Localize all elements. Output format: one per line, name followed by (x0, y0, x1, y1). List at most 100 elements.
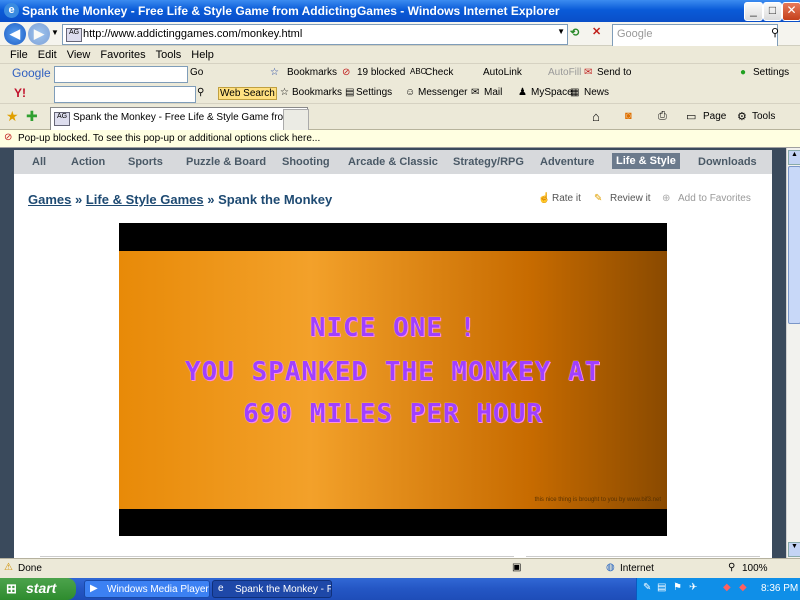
back-button[interactable]: ◀ (4, 23, 26, 45)
refresh-icon[interactable]: ⟲ (570, 26, 579, 39)
media-player-icon: ▶ (90, 583, 98, 594)
menu-view[interactable]: View (67, 49, 91, 61)
windows-logo-icon: ⊞ (6, 581, 17, 596)
messenger-button[interactable]: Messenger (418, 87, 467, 98)
game-credit[interactable]: this nice thing is brought to you by www… (535, 497, 661, 503)
taskbar-ie-window[interactable]: e Spank the Monkey - F... (212, 580, 332, 598)
menu-edit[interactable]: Edit (38, 49, 57, 61)
rate-link[interactable]: Rate it (552, 193, 581, 204)
add-to-favorites-link[interactable]: Add to Favorites (678, 193, 751, 204)
nav-shooting[interactable]: Shooting (282, 156, 330, 168)
scroll-up-icon[interactable]: ▲ (788, 150, 800, 165)
web-search-button[interactable]: Web Search (218, 87, 277, 100)
magnifier-icon[interactable]: ⚲ (197, 87, 204, 98)
menu-file[interactable]: File (10, 49, 28, 61)
feeds-icon[interactable]: ◙ (625, 110, 632, 122)
scroll-thumb[interactable] (788, 166, 800, 324)
google-logo: Google (12, 66, 51, 80)
yahoo-toolbar: Y! ⚲ Web Search ☆ Bookmarks ▤ Settings ☺… (0, 84, 800, 104)
tray-icon[interactable]: ✈ (689, 582, 697, 593)
new-tab-button[interactable] (283, 109, 309, 130)
nav-sports[interactable]: Sports (128, 156, 163, 168)
news-button[interactable]: News (584, 87, 609, 98)
popup-info-bar[interactable]: ⊘ Pop-up blocked. To see this pop-up or … (0, 130, 800, 148)
add-favorites-icon[interactable]: ✚ (26, 108, 38, 125)
myspace-button[interactable]: MySpace (531, 87, 573, 98)
nav-arcade-classic[interactable]: Arcade & Classic (348, 156, 438, 168)
google-search-input[interactable] (54, 66, 188, 83)
category-nav: All Action Sports Puzzle & Board Shootin… (14, 150, 772, 175)
nav-puzzle-board[interactable]: Puzzle & Board (186, 156, 266, 168)
send-to-button[interactable]: Send to (597, 67, 631, 78)
check-button[interactable]: Check (425, 67, 453, 78)
game-canvas[interactable]: NICE ONE ! YOU SPANKED THE MONKEY AT 690… (119, 223, 667, 536)
address-bar[interactable]: AG http://www.addictinggames.com/monkey.… (62, 24, 568, 45)
search-icon[interactable]: ⚲ (771, 26, 779, 39)
review-link[interactable]: Review it (610, 193, 651, 204)
vertical-scrollbar[interactable]: ▲ ▼ (786, 148, 800, 558)
game-message-line1: NICE ONE ! (309, 313, 477, 343)
protected-mode-icon: ▣ (512, 562, 522, 573)
google-bookmarks-button[interactable]: Bookmarks (287, 67, 337, 78)
news-icon: ▦ (570, 87, 580, 98)
yahoo-search-input[interactable] (54, 86, 196, 103)
menu-tools[interactable]: Tools (156, 49, 182, 61)
history-dropdown-icon[interactable]: ▼ (51, 28, 59, 37)
tray-icon[interactable]: ▤ (657, 582, 666, 593)
site-favicon-icon: AG (66, 28, 82, 42)
minimize-button[interactable]: _ (744, 2, 763, 21)
print-icon[interactable]: ⎙ (658, 110, 667, 123)
task-label: Windows Media Player (107, 584, 209, 595)
mail-icon: ✉ (471, 87, 480, 98)
close-button[interactable]: ✕ (782, 2, 800, 21)
autofill-button[interactable]: AutoFill (548, 67, 581, 78)
page-menu[interactable]: Page (703, 111, 726, 122)
google-settings-button[interactable]: Settings (753, 67, 789, 78)
nav-all[interactable]: All (32, 156, 46, 168)
settings-dot-icon: ● (740, 67, 747, 78)
breadcrumb: Games » Life & Style Games » Spank the M… (28, 192, 332, 207)
nav-action[interactable]: Action (71, 156, 105, 168)
pencil-icon: ✎ (594, 193, 603, 204)
ie-logo-icon: e (4, 3, 19, 18)
taskbar-media-player[interactable]: ▶ Windows Media Player (84, 580, 210, 598)
forward-button[interactable]: ▶ (28, 23, 50, 45)
scroll-down-icon[interactable]: ▼ (788, 542, 800, 557)
yahoo-settings-button[interactable]: Settings (356, 87, 392, 98)
zoom-level[interactable]: 100% (742, 563, 768, 574)
start-button[interactable]: ⊞ start (0, 578, 76, 600)
tray-icon[interactable]: ◆ (739, 582, 747, 593)
nav-downloads[interactable]: Downloads (698, 156, 757, 168)
breadcrumb-games[interactable]: Games (28, 192, 71, 207)
address-url: http://www.addictinggames.com/monkey.htm… (83, 28, 303, 40)
autolink-button[interactable]: AutoLink (483, 67, 522, 78)
tray-icon[interactable]: ◆ (723, 582, 731, 593)
menu-favorites[interactable]: Favorites (100, 49, 145, 61)
tab-title: Spank the Monkey - Free Life & Style Gam… (73, 112, 308, 123)
tray-icon[interactable]: ⚑ (673, 582, 682, 593)
zoom-icon: ⚲ (728, 562, 736, 573)
menu-help[interactable]: Help (191, 49, 214, 61)
page-menu-icon: ▭ (686, 111, 697, 123)
mail-button[interactable]: Mail (484, 87, 502, 98)
stop-icon[interactable]: ✕ (592, 25, 601, 38)
home-icon[interactable]: ⌂ (592, 109, 600, 124)
status-text: Done (18, 563, 42, 574)
tab-row: ★ ✚ AG Spank the Monkey - Free Life & St… (0, 104, 800, 135)
address-dropdown-icon[interactable]: ▼ (557, 27, 565, 36)
tray-icon[interactable]: ✎ (643, 582, 651, 593)
google-go-button[interactable]: Go (190, 67, 203, 78)
favorites-star-icon[interactable]: ★ (6, 108, 19, 125)
popup-blocked-count[interactable]: 19 blocked (357, 67, 405, 78)
nav-strategy-rpg[interactable]: Strategy/RPG (453, 156, 524, 168)
start-label: start (26, 580, 57, 596)
maximize-button[interactable]: □ (763, 2, 782, 21)
breadcrumb-category[interactable]: Life & Style Games (86, 192, 204, 207)
tools-menu[interactable]: Tools (752, 111, 775, 122)
divider (526, 556, 760, 557)
divider (40, 556, 514, 557)
yahoo-bookmarks-button[interactable]: Bookmarks (292, 87, 342, 98)
game-message-line3: 690 MILES PER HOUR (243, 399, 543, 429)
nav-adventure[interactable]: Adventure (540, 156, 594, 168)
nav-life-style[interactable]: Life & Style (612, 153, 680, 169)
